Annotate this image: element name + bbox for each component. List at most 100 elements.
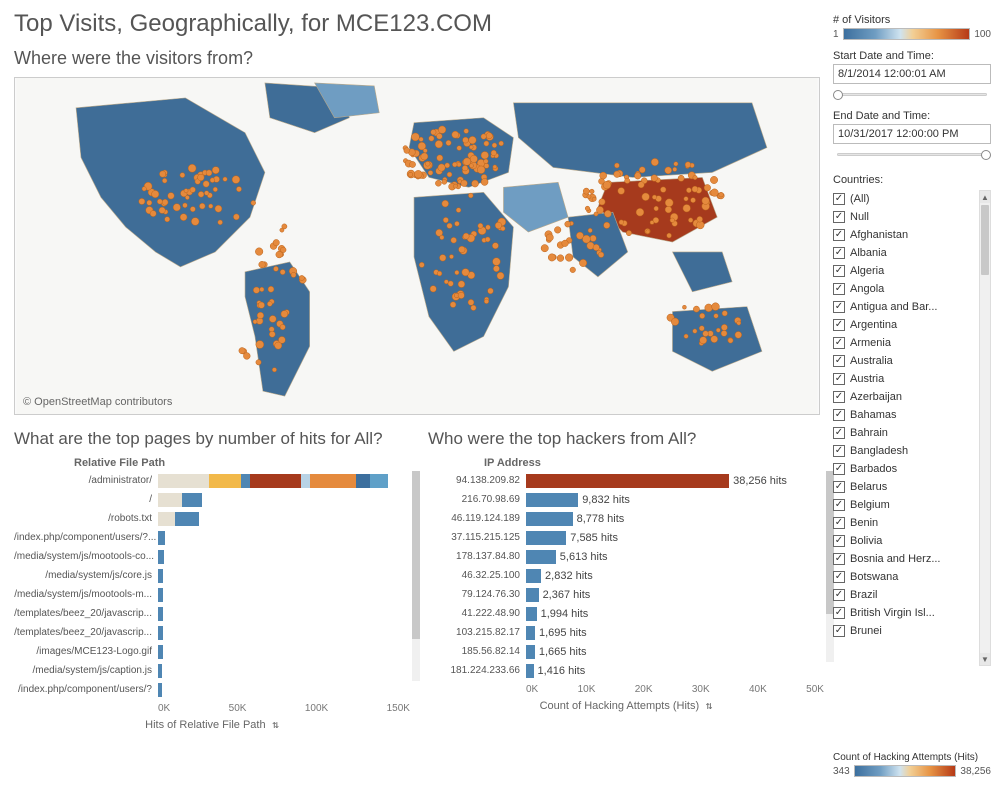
hackers-bar-row[interactable]: 46.119.124.1898,778 hits [428, 509, 818, 528]
country-filter-item[interactable]: ✓Armenia [833, 334, 979, 352]
country-filter-item[interactable]: ✓Bosnia and Herz... [833, 550, 979, 568]
pages-scrollbar[interactable] [412, 471, 420, 681]
country-filter-item[interactable]: ✓Bolivia [833, 532, 979, 550]
hackers-row-bar: 7,585 hits [526, 531, 818, 545]
checkbox-icon[interactable]: ✓ [833, 337, 845, 349]
country-filter-item[interactable]: ✓Algeria [833, 262, 979, 280]
start-date-label: Start Date and Time: [833, 50, 991, 62]
hackers-row-bar: 8,778 hits [526, 512, 818, 526]
hackers-bar-row[interactable]: 37.115.215.1257,585 hits [428, 528, 818, 547]
checkbox-icon[interactable]: ✓ [833, 625, 845, 637]
checkbox-icon[interactable]: ✓ [833, 481, 845, 493]
checkbox-icon[interactable]: ✓ [833, 463, 845, 475]
pages-bar-row[interactable]: /robots.txt [14, 509, 404, 528]
country-filter-item[interactable]: ✓Angola [833, 280, 979, 298]
hackers-row-label: 185.56.82.14 [428, 646, 526, 657]
country-filter-item[interactable]: ✓Australia [833, 352, 979, 370]
hackers-bar-row[interactable]: 178.137.84.805,613 hits [428, 547, 818, 566]
start-date-input[interactable] [833, 64, 991, 84]
hackers-bar-row[interactable]: 181.224.233.661,416 hits [428, 661, 818, 680]
hackers-bar-row[interactable]: 79.124.76.302,367 hits [428, 585, 818, 604]
country-filter-item[interactable]: ✓Brunei [833, 622, 979, 640]
country-filter-item[interactable]: ✓(All) [833, 190, 979, 208]
pages-bar-row[interactable]: /media/system/js/mootools-co... [14, 547, 404, 566]
hackers-row-value: 8,778 hits [573, 513, 625, 525]
visitor-map[interactable]: © OpenStreetMap contributors [14, 77, 820, 415]
checkbox-icon[interactable]: ✓ [833, 247, 845, 259]
hackers-bar-row[interactable]: 216.70.98.699,832 hits [428, 490, 818, 509]
pages-bar-row[interactable]: /media/system/js/mootools-m... [14, 585, 404, 604]
hackers-row-bar: 5,613 hits [526, 550, 818, 564]
hackers-bar-row[interactable]: 185.56.82.141,665 hits [428, 642, 818, 661]
pages-bar-row[interactable]: /index.php/component/users/? [14, 680, 404, 699]
hackers-x-ticks: 0K10K20K30K40K50K [428, 680, 824, 695]
scroll-up-icon[interactable]: ▲ [980, 191, 990, 203]
visitors-legend-max: 100 [974, 29, 991, 40]
country-filter-item[interactable]: ✓Brazil [833, 586, 979, 604]
scroll-down-icon[interactable]: ▼ [980, 653, 990, 665]
country-filter-label: Antigua and Bar... [850, 301, 937, 313]
checkbox-icon[interactable]: ✓ [833, 517, 845, 529]
pages-bar-row[interactable]: /administrator/ [14, 471, 404, 490]
checkbox-icon[interactable]: ✓ [833, 571, 845, 583]
hackers-bar-row[interactable]: 46.32.25.1002,832 hits [428, 566, 818, 585]
checkbox-icon[interactable]: ✓ [833, 427, 845, 439]
end-date-slider[interactable] [833, 148, 991, 162]
country-filter-item[interactable]: ✓ Belarus [833, 478, 979, 496]
checkbox-icon[interactable]: ✓ [833, 283, 845, 295]
hackers-row-value: 2,367 hits [539, 589, 591, 601]
pages-row-label: /media/system/js/caption.js [14, 665, 158, 676]
country-filter-item[interactable]: ✓Afghanistan [833, 226, 979, 244]
country-filter-item[interactable]: ✓Botswana [833, 568, 979, 586]
pages-bar-row[interactable]: /templates/beez_20/javascrip... [14, 623, 404, 642]
checkbox-icon[interactable]: ✓ [833, 607, 845, 619]
hackers-bar-row[interactable]: 41.222.48.901,994 hits [428, 604, 818, 623]
checkbox-icon[interactable]: ✓ [833, 499, 845, 511]
country-filter-item[interactable]: ✓Belgium [833, 496, 979, 514]
pages-bar-row[interactable]: /index.php/component/users/?... [14, 528, 404, 547]
checkbox-icon[interactable]: ✓ [833, 211, 845, 223]
checkbox-icon[interactable]: ✓ [833, 301, 845, 313]
checkbox-icon[interactable]: ✓ [833, 373, 845, 385]
country-filter-item[interactable]: ✓Bangladesh [833, 442, 979, 460]
country-filter-label: Belarus [850, 481, 887, 493]
pages-row-label: /administrator/ [14, 475, 158, 486]
country-filter-item[interactable]: ✓Albania [833, 244, 979, 262]
hackers-bar-row[interactable]: 94.138.209.8238,256 hits [428, 471, 818, 490]
checkbox-icon[interactable]: ✓ [833, 391, 845, 403]
scroll-thumb[interactable] [981, 205, 989, 275]
hackers-row-bar: 2,367 hits [526, 588, 818, 602]
start-date-slider[interactable] [833, 88, 991, 102]
country-filter-item[interactable]: ✓British Virgin Isl... [833, 604, 979, 622]
end-date-input[interactable] [833, 124, 991, 144]
country-filter-item[interactable]: ✓Austria [833, 370, 979, 388]
checkbox-icon[interactable]: ✓ [833, 355, 845, 367]
checkbox-icon[interactable]: ✓ [833, 535, 845, 547]
country-filter-item[interactable]: ✓Argentina [833, 316, 979, 334]
hackers-row-bar: 1,695 hits [526, 626, 818, 640]
map-attribution: © OpenStreetMap contributors [23, 396, 172, 408]
checkbox-icon[interactable]: ✓ [833, 265, 845, 277]
checkbox-icon[interactable]: ✓ [833, 229, 845, 241]
checkbox-icon[interactable]: ✓ [833, 445, 845, 457]
country-filter-item[interactable]: ✓Barbados [833, 460, 979, 478]
checkbox-icon[interactable]: ✓ [833, 319, 845, 331]
countries-scrollbar[interactable]: ▲ ▼ [979, 190, 991, 666]
pages-bar-row[interactable]: /images/MCE123-Logo.gif [14, 642, 404, 661]
checkbox-icon[interactable]: ✓ [833, 553, 845, 565]
country-filter-item[interactable]: ✓Azerbaijan [833, 388, 979, 406]
pages-bar-row[interactable]: /media/system/js/core.js [14, 566, 404, 585]
country-filter-item[interactable]: ✓ Antigua and Bar... [833, 298, 979, 316]
pages-bar-row[interactable]: / [14, 490, 404, 509]
hackers-bar-row[interactable]: 103.215.82.171,695 hits [428, 623, 818, 642]
checkbox-icon[interactable]: ✓ [833, 589, 845, 601]
country-filter-item[interactable]: ✓Benin [833, 514, 979, 532]
checkbox-icon[interactable]: ✓ [833, 409, 845, 421]
pages-row-bar [158, 588, 404, 602]
pages-bar-row[interactable]: /media/system/js/caption.js [14, 661, 404, 680]
pages-bar-row[interactable]: /templates/beez_20/javascrip... [14, 604, 404, 623]
checkbox-icon[interactable]: ✓ [833, 193, 845, 205]
country-filter-item[interactable]: ✓Bahamas [833, 406, 979, 424]
country-filter-item[interactable]: ✓Bahrain [833, 424, 979, 442]
country-filter-item[interactable]: ✓Null [833, 208, 979, 226]
